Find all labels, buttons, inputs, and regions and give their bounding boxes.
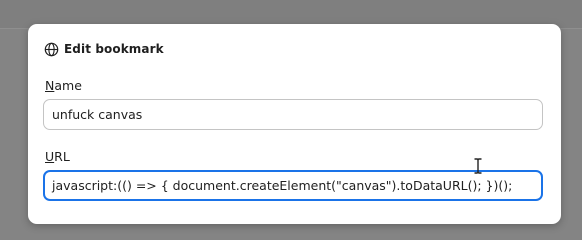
url-input-value: javascript:(() => { document.createEleme… bbox=[52, 178, 513, 193]
name-input-value: unfuck canvas bbox=[52, 107, 143, 122]
url-input[interactable]: javascript:(() => { document.createEleme… bbox=[43, 170, 543, 201]
edit-bookmark-dialog: Edit bookmark Name unfuck canvas URL jav… bbox=[28, 24, 561, 224]
name-label-access-key: N bbox=[45, 78, 55, 93]
url-field-label: URL bbox=[45, 149, 70, 164]
dialog-header: Edit bookmark bbox=[44, 40, 164, 58]
globe-icon bbox=[44, 42, 59, 56]
dialog-title: Edit bookmark bbox=[64, 42, 164, 56]
text-cursor-icon bbox=[474, 158, 482, 174]
url-label-text: RL bbox=[54, 149, 70, 164]
name-field-label: Name bbox=[45, 78, 82, 93]
name-input[interactable]: unfuck canvas bbox=[43, 99, 543, 130]
name-label-text: ame bbox=[54, 78, 82, 93]
url-label-access-key: U bbox=[45, 149, 55, 164]
